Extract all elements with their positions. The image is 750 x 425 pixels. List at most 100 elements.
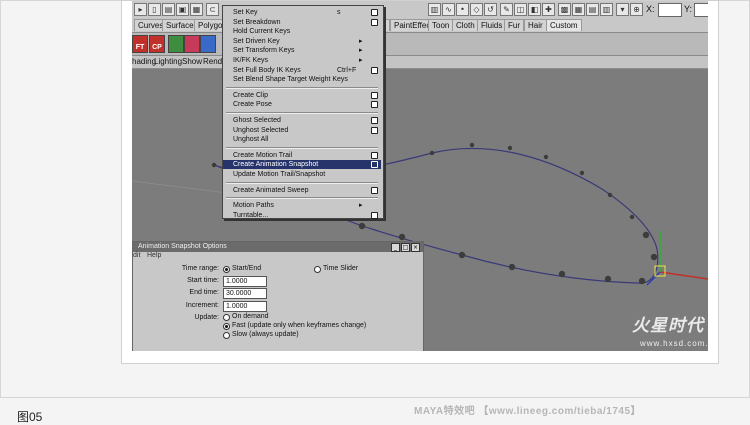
snapshot-point (604, 275, 612, 283)
menu-item-turntable[interactable]: Turntable... (223, 211, 381, 220)
menu-item-label: Turntable... (233, 211, 269, 219)
menu-item-set-blend-shape-target-weight-keys[interactable]: Set Blend Shape Target Weight Keys (223, 75, 381, 84)
menu-item-create-clip[interactable]: Create Clip (223, 91, 381, 100)
menu-item-shortcut: s (337, 9, 341, 16)
option-box-icon[interactable] (371, 91, 378, 99)
time-slider-radio[interactable] (314, 266, 321, 273)
menu-edit[interactable]: dit (133, 252, 140, 259)
option-box-icon[interactable] (371, 211, 378, 219)
menu-item-unghost-selected[interactable]: Unghost Selected (223, 126, 381, 135)
shelf-icon-row: FT CP (132, 33, 708, 56)
option-box-icon[interactable] (371, 151, 378, 159)
snap-curve-icon[interactable]: ∿ (442, 3, 455, 16)
increment-field[interactable]: 1.0000 (223, 301, 267, 312)
menu-shading[interactable]: hading (132, 57, 156, 66)
option-box-icon[interactable] (371, 126, 378, 134)
open-scene-icon[interactable]: ▤ (162, 3, 175, 16)
tab-cloth[interactable]: Cloth (452, 19, 479, 31)
menu-separator (226, 197, 378, 200)
menu-lighting[interactable]: Lighting (154, 57, 182, 66)
submenu-arrow-icon: ▸ (359, 46, 363, 55)
menu-item-set-full-body-ik-keys[interactable]: Set Full Body IK Keys Ctrl+F (223, 66, 381, 75)
new-scene-icon[interactable]: ▯ (148, 3, 161, 16)
menu-item-motion-paths[interactable]: Motion Paths ▸ (223, 201, 381, 210)
panel-menu-bar: hading Lighting Show Render (132, 56, 708, 69)
menu-item-ik-fk-keys[interactable]: IK/FK Keys ▸ (223, 56, 381, 65)
green-shelf-icon[interactable] (168, 35, 184, 53)
input-mode-icon[interactable]: ⊕ (630, 3, 643, 16)
menu-item-create-pose[interactable]: Create Pose (223, 100, 381, 109)
on-demand-label: On demand (232, 313, 269, 320)
render-icon[interactable]: ▦ (190, 3, 203, 16)
fit-shelf-icon[interactable]: FT (132, 35, 148, 53)
menu-item-hold-current-keys[interactable]: Hold Current Keys (223, 27, 381, 36)
menu-item-create-animation-snapshot[interactable]: Create Animation Snapshot (223, 160, 381, 170)
x-axis-handle[interactable] (659, 271, 708, 280)
snap-plane-icon[interactable]: ◇ (470, 3, 483, 16)
snap-grid-icon[interactable]: ▥ (428, 3, 441, 16)
render-frame-icon[interactable]: ◫ (514, 3, 527, 16)
cp-label: CP (152, 44, 162, 51)
menu-item-create-motion-trail[interactable]: Create Motion Trail (223, 151, 381, 160)
select-tool-icon[interactable]: ▸ (134, 3, 147, 16)
menu-item-set-breakdown[interactable]: Set Breakdown (223, 18, 381, 27)
dropdown-arrow-icon[interactable]: ▾ (616, 3, 629, 16)
option-box-icon[interactable] (371, 9, 378, 16)
minimize-button[interactable]: _ (391, 243, 400, 252)
y-field[interactable] (694, 3, 708, 17)
menu-show[interactable]: Show (182, 57, 202, 66)
on-demand-radio[interactable] (223, 314, 230, 321)
menu-item-set-key[interactable]: Set Key s (223, 8, 381, 17)
tab-custom[interactable]: Custom (546, 19, 582, 31)
render-settings-icon[interactable]: ✚ (542, 3, 555, 16)
option-box-icon[interactable] (371, 161, 378, 169)
film-icon[interactable]: ▦ (572, 3, 585, 16)
menu-item-set-transform-keys[interactable]: Set Transform Keys ▸ (223, 46, 381, 55)
menu-item-update-motion-trail-snapshot[interactable]: Update Motion Trail/Snapshot (223, 170, 381, 179)
save-scene-icon[interactable]: ▣ (176, 3, 189, 16)
time-slider-label: Time Slider (323, 265, 359, 272)
slow-update-radio[interactable] (223, 332, 230, 339)
magnet-icon[interactable]: ⊂ (206, 3, 219, 16)
snap-point-icon[interactable]: • (456, 3, 469, 16)
tab-fur[interactable]: Fur (504, 19, 524, 31)
snapshot-point (508, 263, 516, 271)
menu-item-set-driven-key[interactable]: Set Driven Key ▸ (223, 37, 381, 46)
hypershade-icon[interactable]: ▩ (558, 3, 571, 16)
snapshot-point (543, 154, 549, 160)
menu-item-label: Motion Paths (233, 202, 274, 210)
history-icon[interactable]: ↺ (484, 3, 497, 16)
submenu-arrow-icon: ▸ (359, 36, 363, 45)
snapshot-point (211, 162, 217, 168)
x-field[interactable] (658, 3, 682, 17)
option-box-icon[interactable] (371, 18, 378, 26)
construction-icon[interactable]: ✎ (500, 3, 513, 16)
cp-shelf-icon[interactable]: CP (149, 35, 165, 53)
menu-item-unghost-all[interactable]: Unghost All (223, 135, 381, 144)
end-time-field[interactable]: 30.0000 (223, 288, 267, 299)
ipr-render-icon[interactable]: ◧ (528, 3, 541, 16)
option-box-icon[interactable] (371, 101, 378, 109)
pink-shelf-icon[interactable] (184, 35, 200, 53)
option-box-icon[interactable] (371, 66, 378, 74)
option-box-icon[interactable] (371, 117, 378, 124)
menu-help[interactable]: Help (147, 252, 161, 259)
tab-hair[interactable]: Hair (524, 19, 547, 31)
start-end-radio[interactable] (223, 266, 230, 273)
film-strip-icon[interactable]: ▤ (586, 3, 599, 16)
increment-label: Increment: (185, 302, 219, 309)
start-time-field[interactable]: 1.0000 (223, 276, 267, 287)
close-button[interactable]: × (411, 243, 420, 252)
z-axis-handle[interactable] (646, 271, 661, 286)
maximize-button[interactable]: □ (401, 243, 410, 252)
menu-item-create-animated-sweep[interactable]: Create Animated Sweep (223, 186, 381, 195)
snapshot-point (429, 150, 435, 156)
option-box-icon[interactable] (371, 186, 378, 194)
snapshot-point (629, 214, 635, 220)
tab-toon[interactable]: Toon (428, 19, 454, 31)
clapper-icon[interactable]: ▥ (600, 3, 613, 16)
blue-shelf-icon[interactable] (200, 35, 216, 53)
menu-item-ghost-selected[interactable]: Ghost Selected (223, 116, 381, 125)
tab-fluids[interactable]: Fluids (477, 19, 507, 31)
fast-update-radio[interactable] (223, 323, 230, 330)
